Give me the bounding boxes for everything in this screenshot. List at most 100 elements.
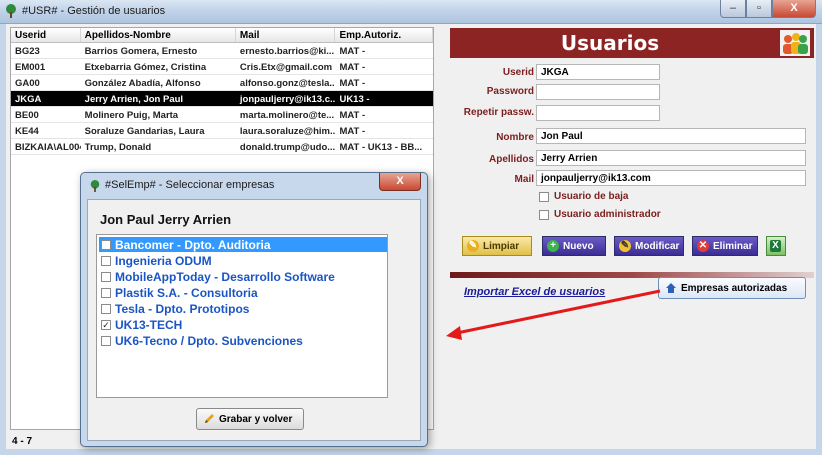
cell-empresas: MAT - xyxy=(339,46,366,57)
company-checkbox[interactable] xyxy=(101,255,111,266)
cell-mail: ernesto.barrios@ki... xyxy=(239,46,335,57)
minimize-button[interactable]: – xyxy=(720,0,746,18)
column-header-mail[interactable]: Mail xyxy=(236,28,336,42)
window-title: #USR# - Gestión de usuarios xyxy=(22,5,166,17)
empresas-autorizadas-button[interactable]: Empresas autorizadas xyxy=(658,277,806,299)
column-header-name[interactable]: Apellidos-Nombre xyxy=(81,28,236,42)
record-counter: 4 - 7 xyxy=(12,436,33,447)
table-row[interactable]: BIZKAIA\AL004 Trump, Donald donald.trump… xyxy=(11,139,433,155)
password-label: Password xyxy=(486,86,534,97)
company-item[interactable]: Ingenieria ODUM xyxy=(99,253,387,268)
empresas-autorizadas-label: Empresas autorizadas xyxy=(681,282,788,294)
cell-userid: BIZKAIA\AL004 xyxy=(15,142,81,153)
nombre-field[interactable]: Jon Paul xyxy=(536,128,806,144)
userid-label: Userid xyxy=(502,67,534,78)
nombre-label: Nombre xyxy=(496,132,534,143)
eliminar-button[interactable]: ✕ Eliminar xyxy=(692,236,758,256)
pencil-icon: ✎ xyxy=(619,240,631,252)
broom-icon: ✎ xyxy=(467,240,479,252)
column-header-userid[interactable]: Userid xyxy=(11,28,81,42)
baja-checkbox[interactable] xyxy=(539,192,549,202)
company-checkbox[interactable] xyxy=(101,303,111,314)
companies-checklist[interactable]: Bancomer - Dpto. Auditoria Ingenieria OD… xyxy=(96,234,388,398)
cell-userid: GA00 xyxy=(15,78,40,89)
select-companies-dialog: #SelEmp# - Seleccionar empresas X Jon Pa… xyxy=(80,172,428,447)
window-controls: – ▫ X xyxy=(720,0,816,19)
window-titlebar: #USR# - Gestión de usuarios – ▫ X xyxy=(0,0,822,24)
cell-empresas: MAT - xyxy=(339,62,366,73)
table-row[interactable]: KE44 Soraluze Gandarias, Laura laura.sor… xyxy=(11,123,433,139)
cell-mail: donald.trump@udo... xyxy=(239,142,336,153)
company-item[interactable]: ✓ UK13-TECH xyxy=(99,317,387,332)
cell-name: Molinero Puig, Marta xyxy=(84,110,179,121)
cell-empresas: MAT - UK13 - BB... xyxy=(339,142,423,153)
company-label: Plastik S.A. - Consultoria xyxy=(115,285,258,300)
close-button[interactable]: X xyxy=(772,0,816,18)
company-checkbox[interactable] xyxy=(101,335,111,346)
mail-field[interactable]: jonpauljerry@ik13.com xyxy=(536,170,806,186)
company-item[interactable]: UK6-Tecno / Dpto. Subvenciones xyxy=(99,333,387,348)
cell-mail: laura.soraluze@him... xyxy=(239,126,336,137)
cell-userid: BE00 xyxy=(15,110,39,121)
dialog-user-name: Jon Paul Jerry Arrien xyxy=(100,212,232,227)
cell-userid: BG23 xyxy=(15,46,40,57)
cell-name: Trump, Donald xyxy=(84,142,152,153)
modificar-label: Modificar xyxy=(635,240,680,252)
home-icon xyxy=(666,283,676,293)
users-icon xyxy=(780,30,810,56)
import-excel-link[interactable]: Importar Excel de usuarios xyxy=(464,286,605,298)
table-row[interactable]: EM001 Etxebarria Gómez, Cristina Cris.Et… xyxy=(11,59,433,75)
nuevo-label: Nuevo xyxy=(563,240,594,252)
company-item[interactable]: Tesla - Dpto. Prototipos xyxy=(99,301,387,316)
column-header-empresas[interactable]: Emp.Autoriz. xyxy=(335,28,433,42)
company-item[interactable]: Bancomer - Dpto. Auditoria xyxy=(99,237,387,252)
company-checkbox-checked[interactable]: ✓ xyxy=(101,319,111,330)
company-label: UK6-Tecno / Dpto. Subvenciones xyxy=(115,333,303,348)
company-checkbox[interactable] xyxy=(101,239,111,250)
save-and-return-button[interactable]: Grabar y volver xyxy=(196,408,304,430)
table-row-selected[interactable]: JKGA Jerry Arrien, Jon Paul jonpauljerry… xyxy=(11,91,433,107)
eliminar-label: Eliminar xyxy=(713,240,753,252)
cell-name: González Abadía, Alfonso xyxy=(84,78,201,89)
cell-mail: marta.molinero@te... xyxy=(239,110,335,121)
limpiar-button[interactable]: ✎ Limpiar xyxy=(462,236,532,256)
company-item[interactable]: MobileAppToday - Desarrollo Software xyxy=(99,269,387,284)
cell-empresas: MAT - xyxy=(339,78,366,89)
tree-icon xyxy=(6,4,16,18)
cell-name: Jerry Arrien, Jon Paul xyxy=(84,94,184,105)
company-checkbox[interactable] xyxy=(101,287,111,298)
company-item[interactable]: Plastik S.A. - Consultoria xyxy=(99,285,387,300)
nuevo-button[interactable]: + Nuevo xyxy=(542,236,606,256)
dialog-close-button[interactable]: X xyxy=(379,173,421,191)
plus-icon: + xyxy=(547,240,559,252)
table-header: Userid Apellidos-Nombre Mail Emp.Autoriz… xyxy=(11,28,433,43)
apellidos-label: Apellidos xyxy=(488,154,534,165)
table-row[interactable]: BE00 Molinero Puig, Marta marta.molinero… xyxy=(11,107,433,123)
delete-icon: ✕ xyxy=(697,240,709,252)
user-form-panel: Usuarios Userid JKGA Password Repetir pa… xyxy=(450,28,814,448)
excel-button[interactable]: X xyxy=(766,236,786,256)
maximize-button[interactable]: ▫ xyxy=(746,0,772,18)
baja-label: Usuario de baja xyxy=(554,191,629,202)
limpiar-label: Limpiar xyxy=(483,240,520,252)
company-label: Tesla - Dpto. Prototipos xyxy=(115,301,250,316)
pencil-icon xyxy=(205,414,214,423)
company-label: MobileAppToday - Desarrollo Software xyxy=(115,269,335,284)
cell-mail: jonpauljerry@ik13.c... xyxy=(239,94,336,105)
cell-empresas: UK13 - xyxy=(339,94,370,105)
repeat-password-field[interactable] xyxy=(536,105,660,121)
cell-mail: Cris.Etx@gmail.com xyxy=(239,62,333,73)
admin-checkbox[interactable] xyxy=(539,210,549,220)
panel-title: Usuarios xyxy=(560,31,660,55)
cell-userid: JKGA xyxy=(15,94,42,105)
table-row[interactable]: GA00 González Abadía, Alfonso alfonso.go… xyxy=(11,75,433,91)
cell-userid: KE44 xyxy=(15,126,39,137)
cell-name: Barrios Gomera, Ernesto xyxy=(84,46,198,57)
apellidos-field[interactable]: Jerry Arrien xyxy=(536,150,806,166)
company-checkbox[interactable] xyxy=(101,271,111,282)
userid-field[interactable]: JKGA xyxy=(536,64,660,80)
modificar-button[interactable]: ✎ Modificar xyxy=(614,236,684,256)
save-and-return-label: Grabar y volver xyxy=(219,413,293,425)
table-row[interactable]: BG23 Barrios Gomera, Ernesto ernesto.bar… xyxy=(11,43,433,59)
password-field[interactable] xyxy=(536,84,660,100)
